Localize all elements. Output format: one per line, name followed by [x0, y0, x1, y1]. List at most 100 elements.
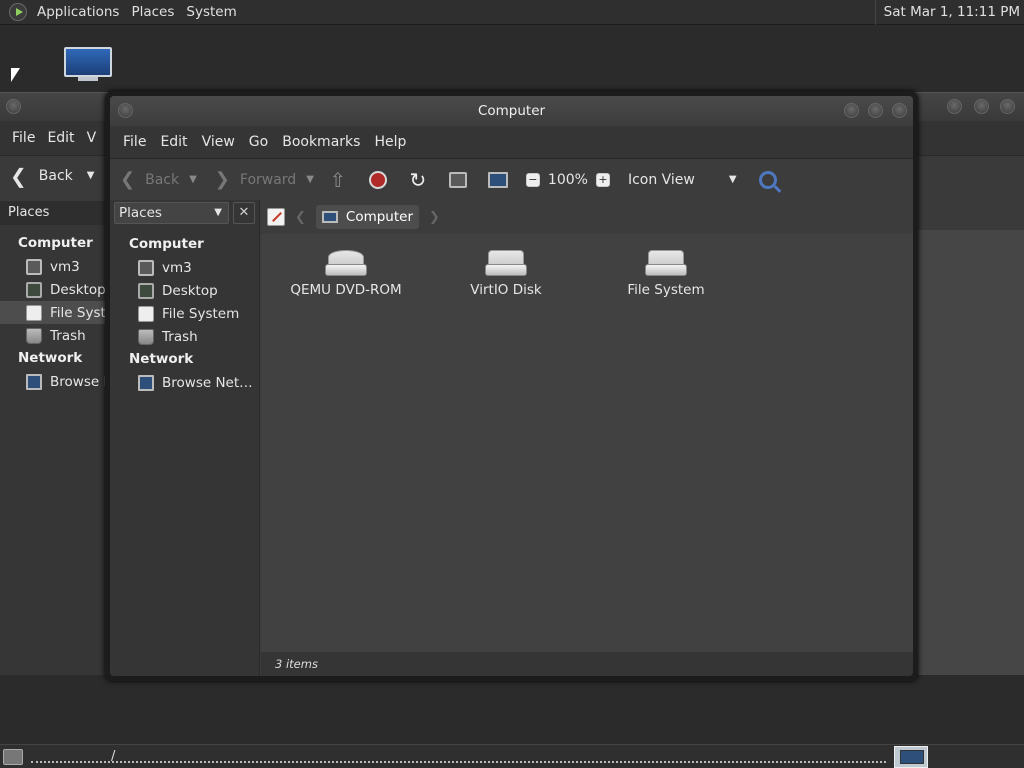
- bg-menu-edit[interactable]: Edit: [41, 130, 80, 146]
- sidebar-item-label: Trash: [162, 328, 198, 345]
- bg-sidebar-item-vm3[interactable]: vm3: [0, 255, 106, 278]
- bg-places-selector[interactable]: Places: [0, 201, 106, 225]
- applications-logo-icon[interactable]: [9, 3, 27, 21]
- file-view[interactable]: QEMU DVD-ROM VirtIO Disk File System: [261, 234, 913, 652]
- sidebar-item-label: File System: [162, 305, 240, 322]
- bg-maximize-button[interactable]: [974, 99, 989, 114]
- home-button[interactable]: [446, 168, 470, 192]
- workspace-switcher-icon[interactable]: [894, 745, 928, 768]
- zoom-level: 100%: [547, 171, 588, 188]
- sidebar-item-label: Trash: [50, 327, 86, 344]
- sidebar-item-vm3[interactable]: vm3: [110, 256, 259, 279]
- workspace-separator: /: [111, 748, 116, 764]
- forward-label: Forward: [239, 171, 297, 188]
- bg-back-button[interactable]: Back: [39, 168, 73, 184]
- bg-content-area[interactable]: [918, 230, 1024, 675]
- sidebar-item-browse-network[interactable]: Browse Net…: [110, 371, 259, 394]
- back-button[interactable]: ❮ Back ▼: [120, 169, 197, 190]
- sidebar-item-filesystem[interactable]: File System: [110, 302, 259, 325]
- bg-sidebar-item-browse-network[interactable]: Browse N: [0, 370, 106, 393]
- home-icon: [138, 259, 154, 276]
- search-icon[interactable]: [758, 170, 777, 189]
- menu-bookmarks[interactable]: Bookmarks: [275, 134, 367, 150]
- close-sidebar-button[interactable]: ✕: [233, 202, 255, 224]
- bg-back-dropdown-icon[interactable]: ▼: [87, 170, 95, 181]
- minimize-button[interactable]: [844, 103, 859, 118]
- clock[interactable]: Sat Mar 1, 11:11 PM: [874, 0, 1020, 25]
- forward-dropdown-icon[interactable]: ▼: [306, 174, 314, 185]
- menu-applications[interactable]: Applications: [31, 0, 125, 25]
- reload-icon: ↻: [409, 167, 427, 192]
- back-dropdown-icon[interactable]: ▼: [189, 174, 197, 185]
- computer-desktop-icon[interactable]: [64, 47, 112, 83]
- chevron-down-icon: ▼: [214, 207, 222, 218]
- bg-sidebar-head-computer: Computer: [18, 235, 93, 251]
- reload-button[interactable]: ↻: [406, 168, 430, 192]
- file-item-virtio-disk[interactable]: VirtIO Disk: [441, 234, 571, 298]
- bg-sidebar-item-desktop[interactable]: Desktop: [0, 278, 106, 301]
- home-icon: [448, 171, 467, 188]
- places-selector[interactable]: Places ▼: [114, 202, 229, 224]
- up-button[interactable]: ⇧: [326, 168, 350, 192]
- bg-sidebar-head-network: Network: [18, 350, 83, 366]
- edit-location-icon[interactable]: [267, 208, 285, 226]
- forward-button[interactable]: ❯ Forward ▼: [215, 169, 314, 190]
- sidebar-item-label: File Syste: [50, 304, 106, 321]
- menubar: File Edit View Go Bookmarks Help: [110, 126, 913, 158]
- mouse-cursor-icon: [11, 68, 20, 82]
- bg-sidebar-item-trash[interactable]: Trash: [0, 324, 106, 347]
- menu-file[interactable]: File: [116, 134, 153, 150]
- window-menu-button[interactable]: [118, 103, 133, 118]
- bg-back-arrow-icon[interactable]: ❮: [10, 164, 27, 188]
- bg-close-button[interactable]: [1000, 99, 1015, 114]
- chevron-down-icon: ▼: [728, 174, 737, 185]
- file-manager-window[interactable]: Computer File Edit View Go Bookmarks Hel…: [105, 91, 918, 681]
- menu-places[interactable]: Places: [125, 0, 180, 25]
- places-selector-label: Places: [119, 205, 162, 221]
- sidebar-item-label: Desktop: [162, 282, 218, 299]
- stop-icon: [368, 170, 387, 189]
- show-desktop-icon[interactable]: [3, 748, 23, 765]
- menu-system[interactable]: System: [180, 0, 242, 25]
- menu-edit[interactable]: Edit: [153, 134, 194, 150]
- stop-button[interactable]: [366, 168, 390, 192]
- zoom-out-button[interactable]: −: [525, 172, 540, 187]
- path-left-chevron-icon[interactable]: ❮: [295, 210, 306, 225]
- menu-view[interactable]: View: [195, 134, 242, 150]
- sidebar-item-label: Desktop: [50, 281, 106, 298]
- computer-icon: [321, 211, 338, 223]
- close-button[interactable]: [892, 103, 907, 118]
- bg-sidebar-item-filesystem[interactable]: File Syste: [0, 301, 106, 324]
- toolbar: ❮ Back ▼ ❯ Forward ▼ ⇧ ↻ − 100% + Icon V…: [110, 158, 913, 200]
- forward-arrow-icon: ❯: [214, 169, 230, 190]
- sidebar-item-desktop[interactable]: Desktop: [110, 279, 259, 302]
- zoom-in-button[interactable]: +: [595, 172, 610, 187]
- filesystem-icon: [138, 305, 154, 322]
- window-titlebar[interactable]: Computer: [110, 96, 913, 126]
- bg-window-menu-button[interactable]: [6, 99, 21, 114]
- sidebar-item-trash[interactable]: Trash: [110, 325, 259, 348]
- menu-go[interactable]: Go: [242, 134, 275, 150]
- bg-menu-view[interactable]: V: [81, 130, 103, 146]
- file-item-filesystem[interactable]: File System: [601, 234, 731, 298]
- computer-button[interactable]: [486, 168, 510, 192]
- path-right-chevron-icon[interactable]: ❯: [429, 210, 440, 225]
- desktop-icon: [138, 282, 154, 299]
- sidebar-item-label: Browse Net…: [162, 374, 253, 391]
- breadcrumb-computer[interactable]: Computer: [315, 205, 420, 229]
- menu-help[interactable]: Help: [367, 134, 413, 150]
- status-bar: 3 items: [261, 652, 913, 676]
- window-list[interactable]: /: [31, 748, 886, 764]
- bg-menu-file[interactable]: File: [6, 130, 41, 146]
- hard-disk-icon: [485, 248, 527, 276]
- file-label: File System: [627, 282, 705, 298]
- file-item-dvd[interactable]: QEMU DVD-ROM: [281, 234, 411, 298]
- bg-sidebar: Places Computer vm3 Desktop File Syste T…: [0, 201, 106, 675]
- location-bar: ❮ Computer ❯: [261, 200, 913, 234]
- file-label: QEMU DVD-ROM: [290, 282, 402, 298]
- view-mode-select[interactable]: Icon View ▼: [628, 172, 737, 188]
- maximize-button[interactable]: [868, 103, 883, 118]
- top-panel: Applications Places System Sat Mar 1, 11…: [0, 0, 1024, 25]
- bg-minimize-button[interactable]: [947, 99, 962, 114]
- trash-icon: [138, 328, 154, 345]
